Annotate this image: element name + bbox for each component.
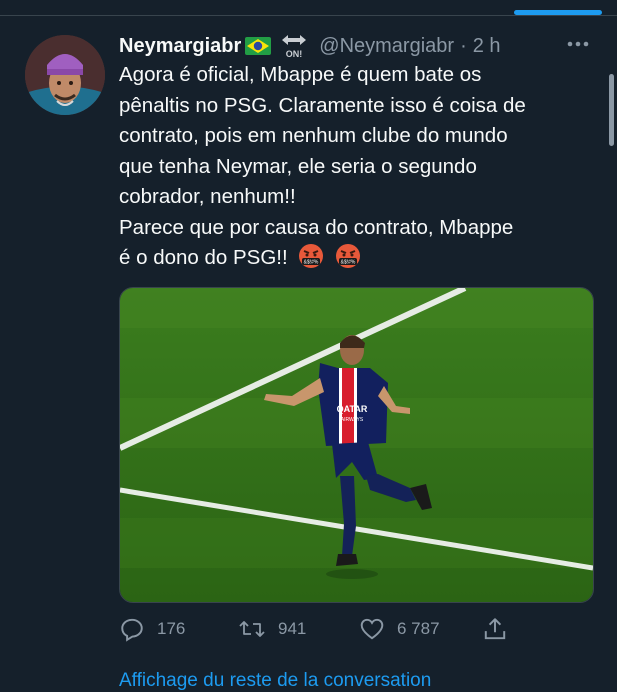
face-with-symbols-on-mouth-icon: &$!#% — [335, 243, 361, 269]
on-badge-text: ON! — [286, 49, 303, 59]
display-name[interactable]: Neymargiabr — [119, 35, 241, 58]
photo-player-celebrating: QATAR AIRWAYS — [120, 288, 593, 602]
scrollbar[interactable] — [609, 74, 614, 146]
tweet-text-line-last: é o dono do PSG!! &$!#% &$!#% — [119, 243, 599, 274]
face-with-symbols-on-mouth-icon: &$!#% — [298, 243, 324, 269]
tweet-actions: 176 941 6 787 — [119, 612, 599, 646]
like-count: 6 787 — [397, 619, 440, 638]
emoji-symbols: &$!#% — [304, 260, 319, 266]
jersey-sponsor: QATAR — [337, 404, 368, 414]
tweet-text-line: pênaltis no PSG. Claramente isso é coisa… — [119, 93, 526, 117]
retweet-count: 941 — [278, 619, 307, 638]
avatar-image — [25, 35, 105, 115]
tweet-text-line: Parece que por causa do contrato, Mbappe — [119, 215, 514, 239]
tweet-text-line: que tenha Neymar, ele seria o segundo — [119, 154, 477, 178]
tweet-text: Agora é oficial, Mbappe é quem bate os p… — [119, 60, 599, 274]
timestamp[interactable]: 2 h — [473, 35, 501, 58]
more-options-icon[interactable] — [563, 32, 593, 56]
tweet-text-line: cobrador, nenhum!! — [119, 185, 296, 208]
retweet-button[interactable]: 941 — [238, 612, 306, 646]
tweet-text-line: contrato, pois em nenhum clube do mundo — [119, 124, 508, 147]
tweet-text-line: é o dono do PSG!! — [119, 246, 288, 269]
retweet-icon — [239, 621, 265, 637]
share-button[interactable] — [482, 612, 520, 646]
separator: · — [460, 34, 467, 57]
brazil-flag-icon — [245, 37, 272, 55]
on-button-icon: ON! — [279, 32, 309, 60]
avatar[interactable] — [25, 35, 105, 115]
share-icon — [484, 618, 506, 640]
tweet-photo[interactable]: QATAR AIRWAYS — [119, 287, 594, 603]
tweet-header: Neymargiabr ON! @Neymargiabr · 2 h — [119, 31, 587, 61]
like-button[interactable]: 6 787 — [359, 612, 440, 646]
timeline-divider — [0, 15, 617, 16]
emoji-symbols: &$!#% — [341, 260, 356, 266]
reply-count: 176 — [157, 619, 186, 638]
jersey-sponsor-2: AIRWAYS — [341, 417, 364, 423]
heart-icon — [360, 618, 384, 640]
tab-indicator — [514, 10, 602, 15]
reply-button[interactable]: 176 — [119, 612, 185, 646]
tweet-text-line: Agora é oficial, Mbappe é quem bate os — [119, 63, 482, 86]
show-thread-link[interactable]: Affichage du reste de la conversation — [119, 670, 431, 692]
reply-icon — [121, 618, 143, 642]
handle[interactable]: @Neymargiabr — [319, 35, 454, 58]
